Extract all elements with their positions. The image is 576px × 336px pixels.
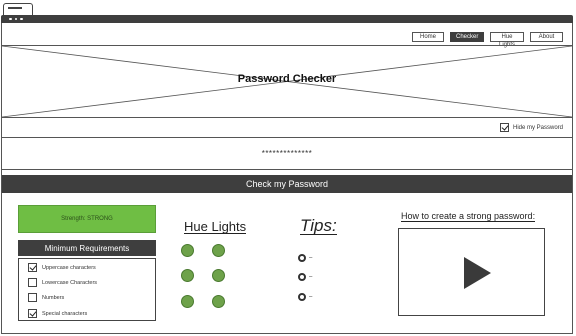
hue-light[interactable] (212, 295, 225, 308)
nav-checker[interactable]: Checker (450, 32, 484, 42)
requirement-label: Lowercase Characters (42, 279, 98, 286)
requirement-special: Special characters (28, 309, 87, 318)
requirement-checkbox (28, 263, 37, 272)
hide-password-label: Hide my Password (512, 124, 563, 131)
circle-bullet-icon (298, 293, 306, 301)
tip-item: – (298, 254, 312, 262)
nav-home[interactable]: Home (412, 32, 444, 42)
window-title-bar (1, 15, 573, 23)
tip-text: – (309, 294, 313, 300)
hue-light[interactable] (212, 269, 225, 282)
video-title: How to create a strong password: (401, 211, 536, 222)
requirements-list: Uppercase characters Lowercase Character… (18, 258, 156, 321)
tip-item: – (298, 293, 312, 301)
hue-light[interactable] (181, 269, 194, 282)
hide-password-toggle[interactable]: Hide my Password (499, 123, 563, 132)
password-input[interactable]: ************** (2, 137, 572, 170)
window-dot (14, 17, 17, 21)
requirement-label: Numbers (42, 294, 65, 301)
requirement-checkbox (28, 293, 37, 302)
requirement-checkbox (28, 309, 37, 318)
tip-item: – (298, 273, 312, 281)
check-password-button[interactable]: Check my Password (2, 175, 572, 193)
requirement-checkbox (28, 278, 37, 287)
requirements-header: Minimum Requirements (18, 240, 156, 256)
circle-bullet-icon (298, 273, 306, 281)
hue-light[interactable] (181, 295, 194, 308)
hue-light[interactable] (181, 244, 194, 257)
strength-indicator: Strength: STRONG (18, 205, 156, 233)
hue-light[interactable] (212, 244, 225, 257)
page-title: Password Checker (237, 73, 337, 85)
requirement-lowercase: Lowercase Characters (28, 278, 97, 287)
video-player[interactable] (398, 228, 545, 316)
tips-title: Tips: (300, 216, 337, 235)
tip-text: – (309, 255, 313, 261)
requirement-numbers: Numbers (28, 293, 64, 302)
top-nav: Home Checker Hue Lights About (412, 32, 563, 48)
tip-text: – (309, 274, 313, 280)
window-dot (9, 17, 12, 21)
nav-hue-lights[interactable]: Hue Lights (490, 32, 524, 48)
hue-lights-title: Hue Lights (184, 219, 247, 234)
requirement-label: Uppercase characters (42, 264, 96, 271)
circle-bullet-icon (298, 254, 306, 262)
window-dot (20, 17, 23, 21)
tab-icon[interactable] (3, 3, 33, 15)
hide-password-checkbox[interactable] (499, 123, 509, 132)
requirement-label: Special characters (42, 310, 88, 317)
nav-about[interactable]: About (530, 32, 563, 42)
banner-image-placeholder: Password Checker (2, 45, 572, 118)
password-value: ************** (261, 149, 313, 158)
requirement-uppercase: Uppercase characters (28, 263, 96, 272)
play-icon[interactable] (464, 257, 491, 289)
browser-window: Home Checker Hue Lights About Password C… (1, 0, 573, 334)
